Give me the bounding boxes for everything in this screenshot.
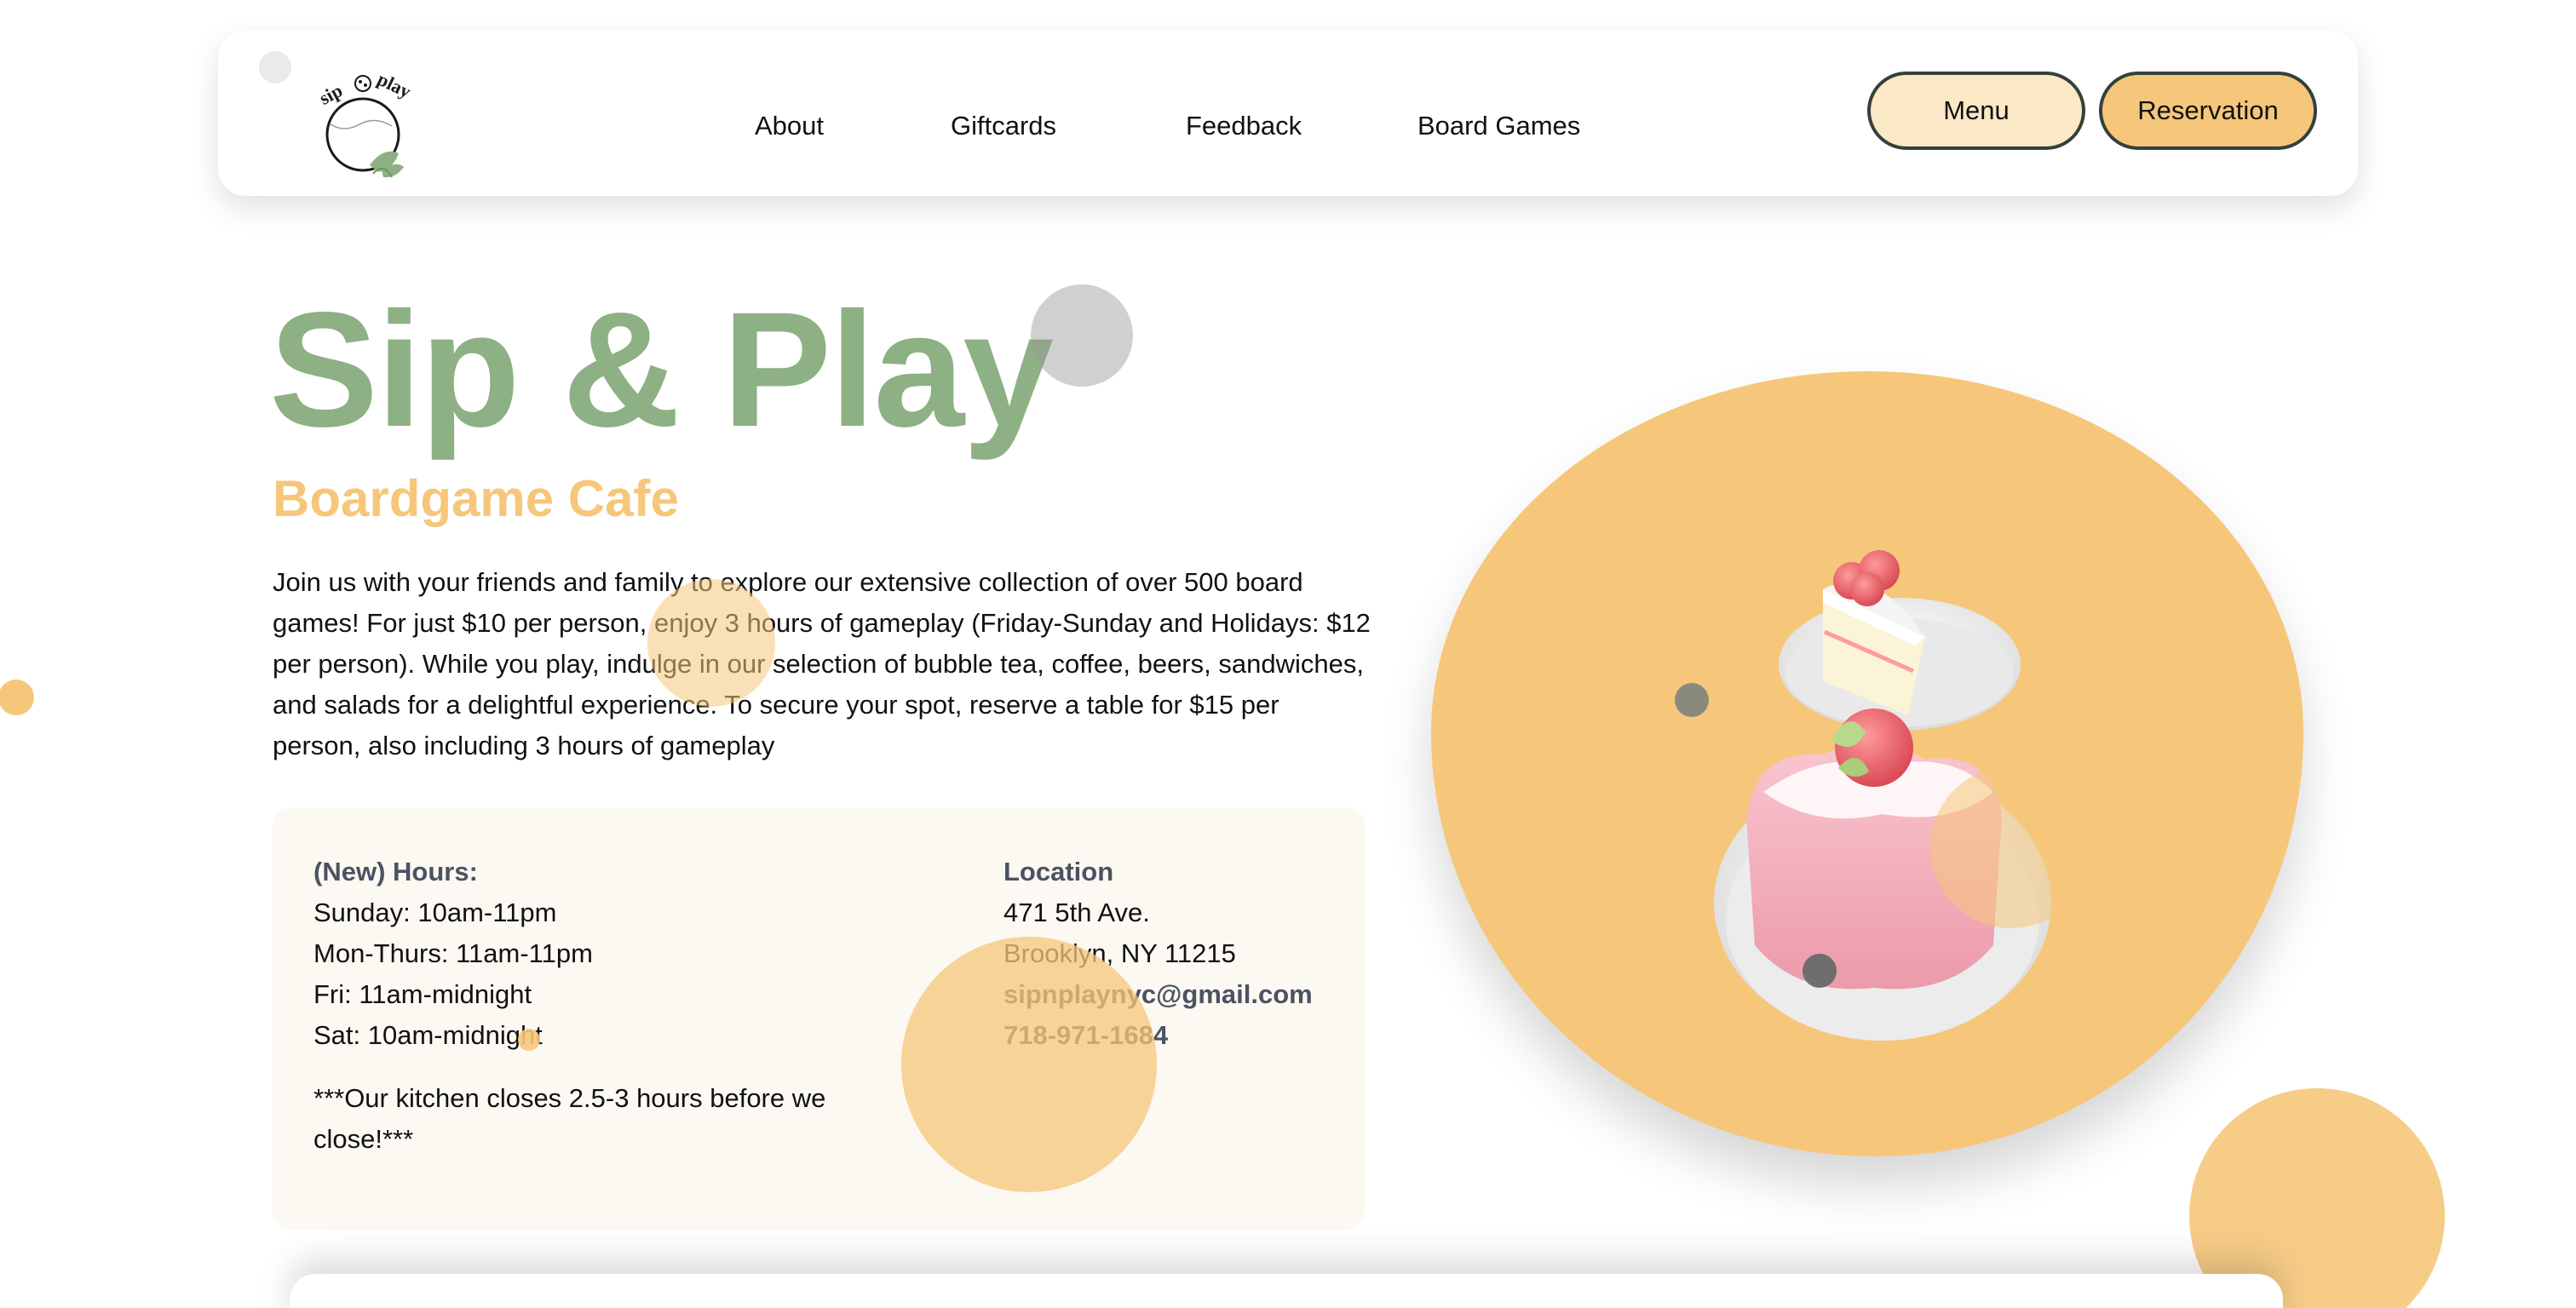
nav-link-feedback[interactable]: Feedback [1186,112,1302,139]
menu-button[interactable]: Menu [1867,72,2085,150]
nav-link-giftcards[interactable]: Giftcards [951,112,1056,139]
decor-circle [647,579,775,707]
hours-line: Fri: 11am-midnight [313,979,532,1009]
hero-subtitle: Boardgame Cafe [273,470,679,527]
info-card: (New) Hours: Sunday: 10am-11pm Mon-Thurs… [273,807,1365,1230]
location-heading: Location [1003,857,1114,886]
hours-heading: (New) Hours: [313,857,478,886]
hero-title: Sip & Play [269,278,1054,461]
decor-circle [0,680,34,715]
address-line: 471 5th Ave. [1003,898,1150,927]
decor-circle [1675,683,1709,717]
hours-line: Sunday: 10am-11pm [313,898,557,927]
nav-link-board-games[interactable]: Board Games [1417,112,1580,139]
decor-circle [518,1029,540,1051]
hero-description: Join us with your friends and family to … [273,567,1371,760]
reservation-button[interactable]: Reservation [2099,72,2317,150]
page: sip play About Giftcards Feedback Board … [0,0,2576,1308]
hours-line: Sat: 10am-midnight [313,1020,543,1050]
decor-circle [1803,954,1837,988]
hours-line: Mon-Thurs: 11am-11pm [313,938,593,968]
decor-circle [1031,284,1133,387]
site-header: sip play About Giftcards Feedback Board … [218,31,2358,196]
kitchen-note: ***Our kitchen closes 2.5-3 hours before… [313,1083,826,1154]
decor-circle [1930,766,2092,928]
next-section-edge [290,1274,2283,1308]
decor-circle [259,51,291,83]
decor-circle [901,937,1157,1192]
hours-section: (New) Hours: Sunday: 10am-11pm Mon-Thurs… [313,852,927,1056]
nav-link-about[interactable]: About [755,112,824,139]
